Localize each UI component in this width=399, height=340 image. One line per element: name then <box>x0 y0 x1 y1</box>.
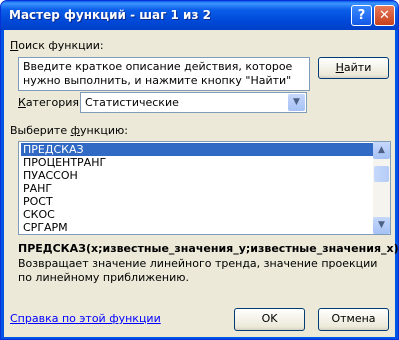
list-item[interactable]: ПУАССОН <box>21 169 373 182</box>
function-wizard-dialog: Мастер функций - шаг 1 из 2 ? ✕ Поиск фу… <box>0 0 399 340</box>
scrollbar-thumb[interactable] <box>374 166 389 182</box>
dialog-body: Поиск функции: Введите краткое описание … <box>4 30 398 337</box>
help-icon[interactable]: ? <box>351 5 372 26</box>
close-icon[interactable]: ✕ <box>374 5 395 26</box>
list-item[interactable]: РАНГ <box>21 182 373 195</box>
list-item[interactable]: РОСТ <box>21 195 373 208</box>
list-item[interactable]: ПРОЦЕНТРАНГ <box>21 156 373 169</box>
function-list-label: Выберите функцию: <box>10 124 128 137</box>
category-value: Статистические <box>85 96 179 109</box>
find-button[interactable]: Найти <box>318 57 389 79</box>
chevron-down-icon[interactable]: ▼ <box>288 94 305 111</box>
search-input[interactable]: Введите краткое описание действия, котор… <box>18 57 310 91</box>
list-item[interactable]: ПРЕДСКАЗ <box>21 143 373 156</box>
list-scrollbar[interactable]: ▲ ▼ <box>373 142 390 234</box>
list-item[interactable]: СКОС <box>21 208 373 221</box>
function-signature: ПРЕДСКАЗ(x;известные_значения_y;известны… <box>18 242 399 255</box>
category-select[interactable]: Статистические ▼ <box>80 92 307 113</box>
title-bar[interactable]: Мастер функций - шаг 1 из 2 ? ✕ <box>1 1 398 30</box>
category-label: Категория: <box>18 96 83 109</box>
scroll-up-icon[interactable]: ▲ <box>373 142 390 159</box>
help-link[interactable]: Справка по этой функции <box>10 312 161 325</box>
list-item[interactable]: СРГАРМ <box>21 221 373 234</box>
scroll-down-icon[interactable]: ▼ <box>373 217 390 234</box>
ok-button[interactable]: OK <box>234 308 305 331</box>
function-description: Возвращает значение линейного тренда, зн… <box>18 257 378 284</box>
search-label: Поиск функции: <box>10 39 104 52</box>
cancel-button[interactable]: Отмена <box>318 308 389 331</box>
function-listbox[interactable]: ПРЕДСКАЗ ПРОЦЕНТРАНГ ПУАССОН РАНГ РОСТ С… <box>18 141 391 235</box>
dialog-title: Мастер функций - шаг 1 из 2 <box>9 8 211 22</box>
